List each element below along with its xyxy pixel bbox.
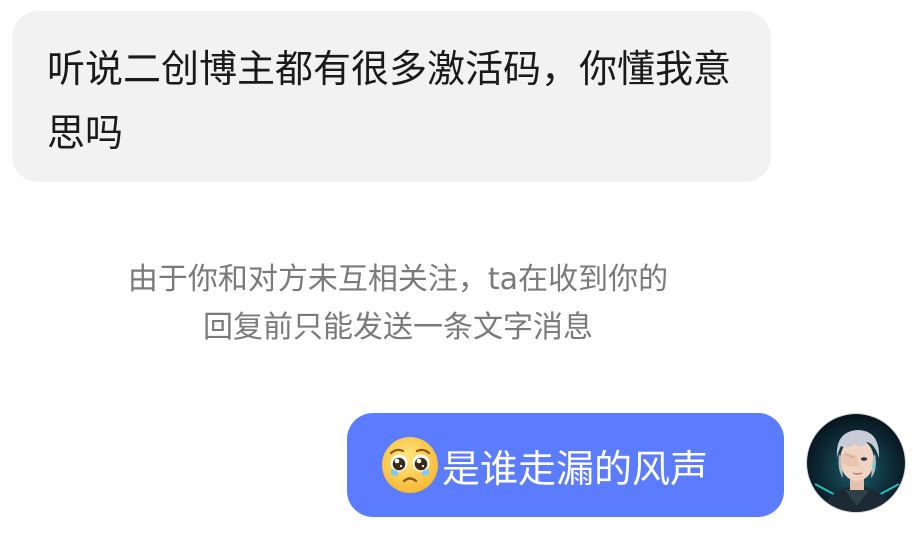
avatar-image	[807, 414, 905, 512]
incoming-message-bubble[interactable]: 听说二创博主都有很多激活码，你懂我意思吗	[12, 11, 771, 182]
system-notice: 由于你和对方未互相关注，ta在收到你的 回复前只能发送一条文字消息	[66, 256, 730, 352]
incoming-message-text: 听说二创博主都有很多激活码，你懂我意思吗	[47, 47, 732, 155]
outgoing-message-text: 是谁走漏的风声	[442, 446, 709, 491]
pleading-face-with-tears-icon	[382, 437, 438, 493]
system-notice-line-1: 由于你和对方未互相关注，ta在收到你的	[127, 262, 669, 297]
system-notice-line-2: 回复前只能发送一条文字消息	[203, 310, 593, 345]
chat-screen: 听说二创博主都有很多激活码，你懂我意思吗 由于你和对方未互相关注，ta在收到你的…	[0, 0, 913, 543]
user-avatar[interactable]	[806, 413, 906, 513]
outgoing-message-bubble[interactable]: 是谁走漏的风声	[347, 413, 784, 517]
